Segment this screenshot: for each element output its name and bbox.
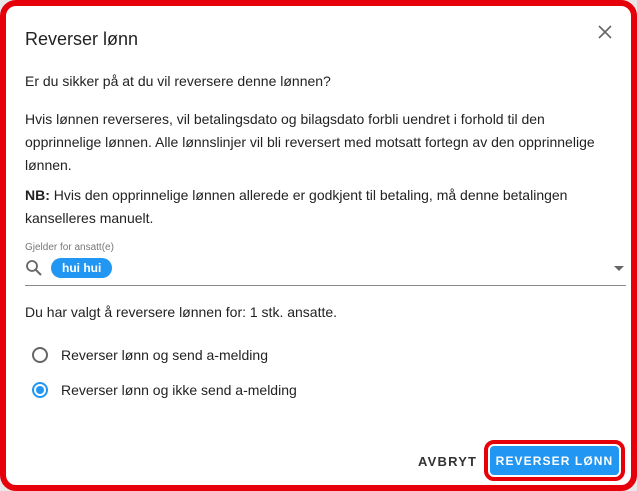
- note-label: NB:: [25, 187, 50, 203]
- radio-no-a-melding[interactable]: [32, 382, 48, 398]
- search-icon: [26, 260, 42, 276]
- close-button[interactable]: [593, 20, 617, 44]
- info-text: Hvis lønnen reverseres, vil betalingsdat…: [25, 111, 595, 173]
- chevron-down-icon[interactable]: [614, 266, 624, 271]
- employee-chip[interactable]: hui hui: [51, 258, 113, 278]
- radio-send-a-melding[interactable]: [32, 347, 48, 363]
- note-text: NB: Hvis den opprinnelige lønnen allered…: [25, 184, 601, 230]
- employee-select[interactable]: Gjelder for ansatt(e) hui hui: [25, 242, 626, 286]
- reverse-salary-dialog: Reverser lønn Er du sikker på at du vil …: [12, 12, 626, 481]
- close-icon: [598, 25, 612, 39]
- employee-field-label: Gjelder for ansatt(e): [25, 242, 114, 253]
- option-no-a-melding[interactable]: Reverser lønn og ikke send a-melding: [32, 382, 297, 398]
- cancel-button[interactable]: AVBRYT: [410, 449, 485, 475]
- option-label: Reverser lønn og ikke send a-melding: [61, 382, 297, 398]
- confirmation-question: Er du sikker på at du vil reversere denn…: [25, 73, 331, 89]
- note-body: Hvis den opprinnelige lønnen allerede er…: [25, 187, 568, 226]
- dialog-frame: Reverser lønn Er du sikker på at du vil …: [0, 0, 637, 491]
- confirm-highlight: REVERSER LØNN: [484, 440, 625, 481]
- dialog-title: Reverser lønn: [25, 29, 139, 49]
- option-label: Reverser lønn og send a-melding: [61, 347, 268, 363]
- reverse-salary-button[interactable]: REVERSER LØNN: [490, 446, 619, 475]
- option-send-a-melding[interactable]: Reverser lønn og send a-melding: [32, 347, 268, 363]
- selection-summary: Du har valgt å reversere lønnen for: 1 s…: [25, 304, 338, 320]
